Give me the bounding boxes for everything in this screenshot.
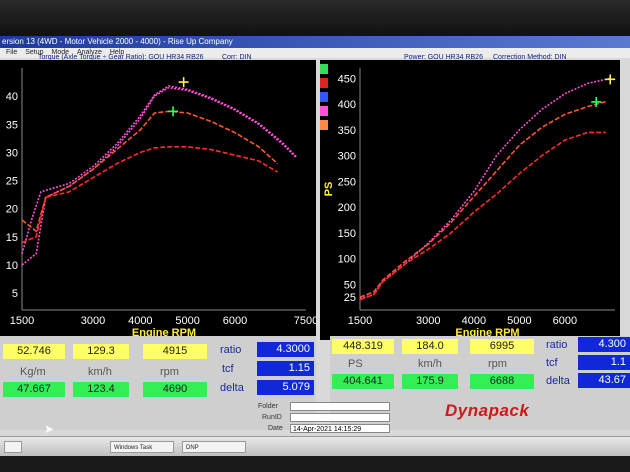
- power-tcf-value: 1.1: [578, 355, 630, 370]
- power-rpm-unit: rpm: [488, 358, 507, 370]
- torque-rpm-value-1: 4915: [143, 344, 207, 359]
- taskbar-dnp[interactable]: DNP: [182, 441, 246, 453]
- power-ratio-value: 4.300: [578, 337, 630, 352]
- torque-series-line-3: [21, 110, 279, 233]
- torque-y-tick-label: 15: [6, 232, 18, 244]
- power-y-tick-label: 25: [344, 292, 356, 304]
- monitor-bezel: [0, 0, 630, 36]
- power-y-tick-label: 150: [338, 228, 356, 240]
- power-ps-value-1: 448.319: [332, 339, 394, 354]
- power-kmh-unit: km/h: [418, 358, 442, 370]
- power-series-line-2: [359, 100, 607, 298]
- torque-kgm-value-1: 52.746: [3, 344, 65, 359]
- start-button[interactable]: [4, 441, 22, 453]
- power-ratio-label: ratio: [546, 339, 568, 351]
- menu-file[interactable]: File: [6, 49, 17, 56]
- power-x-tick-label: 4000: [462, 315, 486, 327]
- legend-swatch-5: [320, 120, 328, 130]
- torque-y-tick-label: 40: [6, 91, 18, 103]
- torque-x-tick-label: 7500: [294, 315, 316, 327]
- date-field[interactable]: 14-Apr-2021 14:15:29: [290, 424, 390, 433]
- power-y-tick-label: 50: [344, 279, 356, 291]
- torque-cursor-marker-yellow: [178, 77, 189, 88]
- power-cursor-marker-green: [591, 96, 602, 107]
- torque-rpm-value-2: 4690: [143, 382, 207, 397]
- torque-chart-svg: 5101520253035401500 3000 4000 5000 6000 7500E…: [6, 68, 318, 339]
- torque-x-tick-label: 5000: [175, 315, 199, 327]
- power-y-tick-label: 200: [338, 202, 356, 214]
- power-series-line-1: [359, 77, 611, 300]
- torque-delta-label: delta: [220, 382, 244, 394]
- dyno-app-window: ersion 13 (4WD - Motor Vehicle 2000 - 40…: [0, 36, 630, 456]
- torque-y-tick-label: 20: [6, 204, 18, 216]
- torque-series-line-1: [21, 86, 298, 266]
- power-delta-value: 43.67: [578, 373, 630, 388]
- power-x-tick-label: 3000: [416, 315, 440, 327]
- power-y-tick-label: 450: [338, 73, 356, 85]
- power-kmh-value-1: 184.0: [402, 339, 458, 354]
- torque-kgm-value-2: 47.667: [3, 382, 65, 397]
- torque-series-line-4: [21, 146, 279, 244]
- legend-swatch-4: [320, 106, 328, 116]
- torque-series-line-2: [21, 85, 298, 254]
- runid-field[interactable]: [290, 413, 390, 422]
- legend-swatch-2: [320, 78, 328, 88]
- torque-cursor-marker-green: [167, 106, 178, 117]
- power-x-tick-label: 1500: [348, 315, 372, 327]
- power-x-tick-label: 5000: [507, 315, 531, 327]
- power-chart[interactable]: 25 50 100 150 200 250 300 350 400 450 1500 3000 4000…: [320, 60, 620, 340]
- torque-kmh-value-2: 123.4: [73, 382, 129, 397]
- torque-tcf-value: 1.15: [257, 361, 314, 376]
- window-title: ersion 13 (4WD - Motor Vehicle 2000 - 40…: [0, 36, 630, 48]
- power-series-line-3: [359, 131, 606, 301]
- legend-swatch-1: [320, 64, 328, 74]
- legend-swatch-3: [320, 92, 328, 102]
- power-y-tick-label: 250: [338, 176, 356, 188]
- torque-x-tick-label: 4000: [128, 315, 152, 327]
- power-kmh-value-2: 175.9: [402, 374, 458, 389]
- torque-kmh-unit: km/h: [88, 366, 112, 378]
- power-ps-value-2: 404.641: [332, 374, 394, 389]
- torque-kgm-unit: Kg/m: [20, 366, 46, 378]
- power-ps-unit: PS: [348, 358, 363, 370]
- power-rpm-value-2: 6688: [470, 374, 534, 389]
- torque-ratio-label: ratio: [220, 344, 242, 356]
- torque-x-tick-label: 1500: [10, 315, 34, 327]
- power-x-tick-label: 6000: [553, 315, 577, 327]
- torque-ratio-value: 4.3000: [257, 342, 314, 357]
- power-y-tick-label: 100: [338, 254, 356, 266]
- runid-label: RunID: [262, 414, 282, 421]
- torque-x-tick-label: 3000: [81, 315, 105, 327]
- power-tcf-label: tcf: [546, 357, 558, 369]
- torque-tcf-label: tcf: [222, 363, 234, 375]
- torque-delta-value: 5.079: [257, 380, 314, 395]
- torque-y-tick-label: 5: [12, 288, 18, 300]
- power-rpm-value-1: 6995: [470, 339, 534, 354]
- torque-rpm-unit: rpm: [160, 366, 179, 378]
- mouse-cursor-icon: ➤: [44, 422, 55, 436]
- folder-field[interactable]: [290, 402, 390, 411]
- power-delta-label: delta: [546, 375, 570, 387]
- torque-y-tick-label: 30: [6, 147, 18, 159]
- taskbar-task-manager[interactable]: Windows Task Manager: [110, 441, 174, 453]
- power-y-tick-label: 400: [338, 99, 356, 111]
- date-label: Date: [268, 425, 283, 432]
- taskbar: Windows Task Manager DNP: [0, 436, 630, 456]
- torque-kmh-value-1: 129.3: [73, 344, 129, 359]
- power-y-tick-label: 350: [338, 125, 356, 137]
- power-chart-svg: 2550 100 150 200 250 300 350 400 450 1500 3000 4000…: [320, 64, 616, 339]
- power-y-tick-label: 300: [338, 151, 356, 163]
- torque-y-tick-label: 10: [6, 260, 18, 272]
- power-cursor-marker-yellow: [605, 74, 616, 85]
- torque-x-tick-label: 6000: [223, 315, 247, 327]
- power-y-axis-label: PS: [323, 182, 335, 197]
- dynapack-logo: Dynapack: [445, 401, 530, 420]
- torque-y-tick-label: 25: [6, 176, 18, 188]
- torque-chart[interactable]: 5 10 15 20 25 30 35 40 1500 3000 4000 5000 6000 7500 E…: [0, 60, 318, 340]
- torque-y-tick-label: 35: [6, 119, 18, 131]
- folder-label: Folder: [258, 403, 278, 410]
